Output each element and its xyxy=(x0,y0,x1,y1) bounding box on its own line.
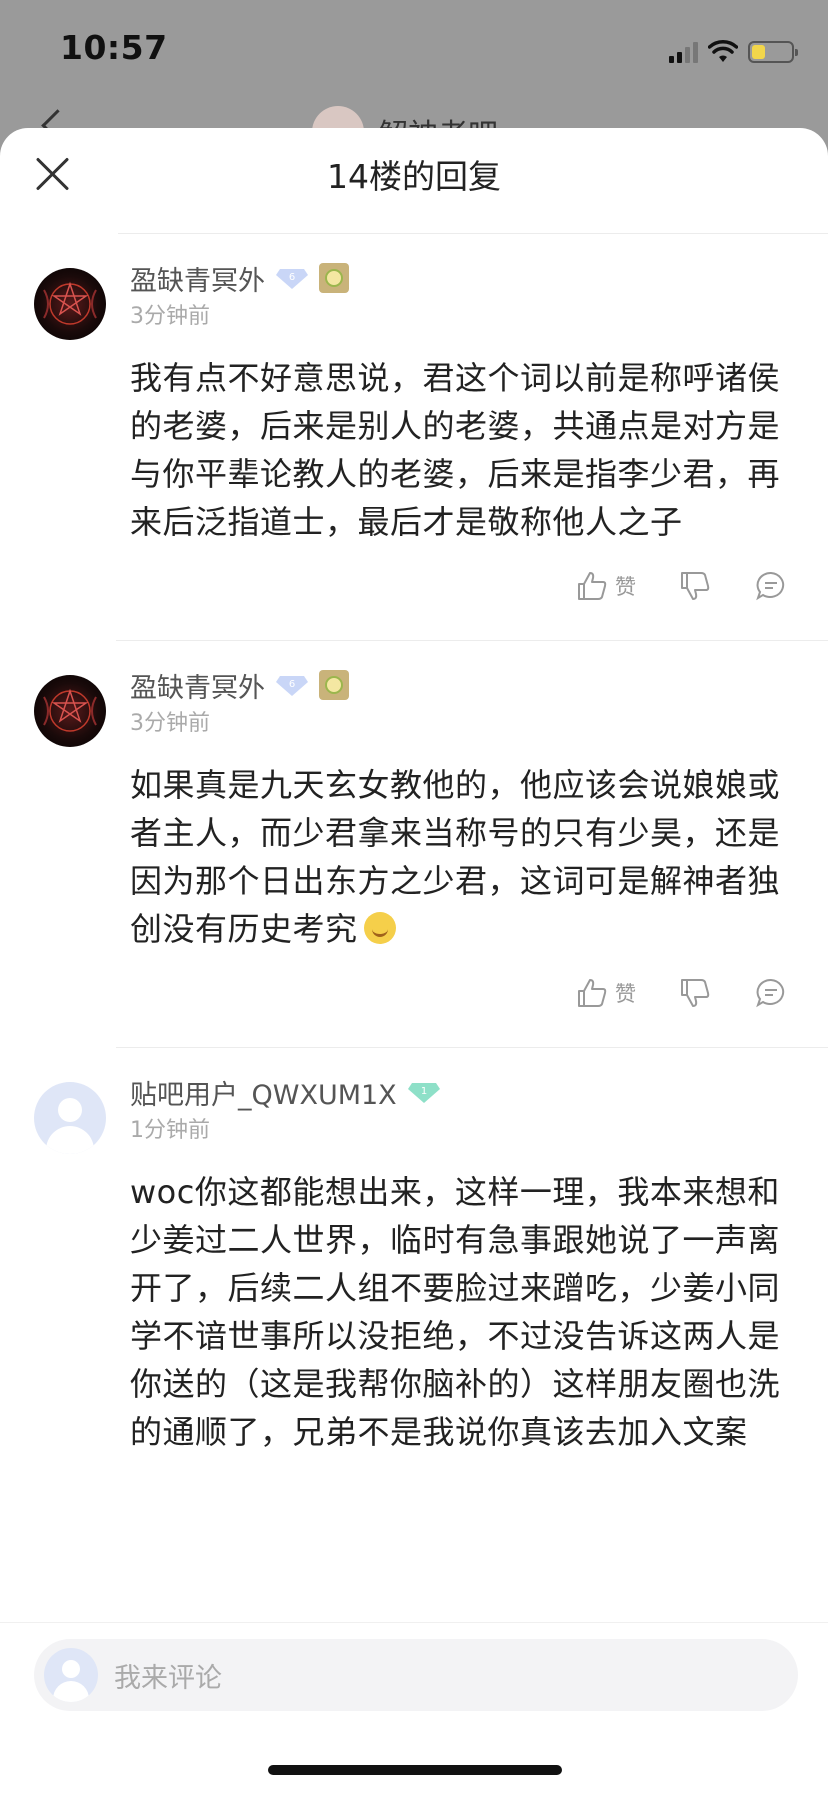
signal-icon xyxy=(669,41,698,63)
comment-button[interactable] xyxy=(754,976,788,1010)
thumbs-down-icon xyxy=(681,979,710,1007)
reply-item: 贴吧用户_QWXUM1X 1 1分钟前 woc你这都能想出来，这样一理，我本来想… xyxy=(0,1048,828,1456)
svg-text:6: 6 xyxy=(289,679,295,690)
reply-item: 盈缺青冥外 6 3分钟前 我有点不好意思说，君这个词以前是称呼诸侯的老婆，后来是… xyxy=(0,234,828,641)
avatar[interactable] xyxy=(34,268,106,340)
my-avatar xyxy=(44,1648,98,1702)
battery-icon xyxy=(748,41,798,63)
avatar-emblem-icon xyxy=(43,281,97,325)
svg-text:6: 6 xyxy=(289,272,295,283)
thumbs-down-icon xyxy=(681,572,710,600)
home-indicator xyxy=(268,1765,562,1775)
level-badge: 1 xyxy=(407,1080,441,1104)
thumbs-up-icon xyxy=(578,979,607,1007)
reply-text: woc你这都能想出来，这样一理，我本来想和少姜过二人世界，临时有急事跟她说了一声… xyxy=(130,1173,781,1451)
status-bar: 10:57 xyxy=(0,0,828,100)
name-row: 盈缺青冥外 6 xyxy=(130,665,788,705)
reply-text: 如果真是九天玄女教他的，他应该会说娘娘或者主人，而少君拿来当称号的只有少昊，还是… xyxy=(130,761,788,953)
status-time: 10:57 xyxy=(60,28,168,67)
reply-actions: 赞 xyxy=(130,546,788,626)
avatar[interactable] xyxy=(34,675,106,747)
reply-time: 1分钟前 xyxy=(130,1118,210,1143)
comment-icon xyxy=(756,571,785,601)
smile-emoji-icon xyxy=(363,912,396,944)
reply-text-content: 如果真是九天玄女教他的，他应该会说娘娘或者主人，而少君拿来当称号的只有少昊，还是… xyxy=(130,766,781,948)
comment-input-bar: 我来评论 xyxy=(0,1622,828,1793)
comment-placeholder[interactable]: 我来评论 xyxy=(114,1656,222,1695)
reply-list: 盈缺青冥外 6 3分钟前 我有点不好意思说，君这个词以前是称呼诸侯的老婆，后来是… xyxy=(0,234,828,1456)
wifi-icon xyxy=(708,40,738,62)
member-badge-icon xyxy=(319,670,349,700)
user-name[interactable]: 盈缺青冥外 xyxy=(130,259,265,298)
like-label: 赞 xyxy=(615,982,636,1006)
battery-fill xyxy=(752,45,766,59)
like-button[interactable]: 赞 xyxy=(575,569,636,603)
status-icons xyxy=(669,38,798,66)
sheet-title: 14楼的回复 xyxy=(327,157,501,196)
comment-button[interactable] xyxy=(754,569,788,603)
user-name[interactable]: 盈缺青冥外 xyxy=(130,666,265,705)
name-row: 盈缺青冥外 6 xyxy=(130,258,788,298)
member-badge-icon xyxy=(319,263,349,293)
avatar-emblem-icon xyxy=(43,688,97,732)
sheet-header: 14楼的回复 xyxy=(0,128,828,234)
like-label: 赞 xyxy=(615,575,636,599)
name-row: 贴吧用户_QWXUM1X 1 xyxy=(130,1072,788,1112)
reply-text: 我有点不好意思说，君这个词以前是称呼诸侯的老婆，后来是别人的老婆，共通点是对方是… xyxy=(130,359,781,541)
svg-text:1: 1 xyxy=(421,1086,427,1097)
thumbs-up-icon xyxy=(578,572,607,600)
reply-time: 3分钟前 xyxy=(130,711,210,736)
reply-item: 盈缺青冥外 6 3分钟前 如果真是九天玄女教他的，他应该会说娘娘或者主人，而少君… xyxy=(0,641,828,1048)
dislike-button[interactable] xyxy=(678,976,712,1010)
avatar[interactable] xyxy=(34,1082,106,1154)
like-button[interactable]: 赞 xyxy=(575,976,636,1010)
user-name[interactable]: 贴吧用户_QWXUM1X xyxy=(130,1073,397,1112)
level-badge: 6 xyxy=(275,673,309,697)
reply-time: 3分钟前 xyxy=(130,304,210,329)
comment-icon xyxy=(756,978,785,1008)
reply-sheet: 14楼的回复 盈缺青冥外 6 3分钟前 我有点不好意思说，君这个词以前是称呼诸侯… xyxy=(0,128,828,1792)
level-badge: 6 xyxy=(275,266,309,290)
dislike-button[interactable] xyxy=(678,569,712,603)
comment-input[interactable]: 我来评论 xyxy=(34,1639,798,1711)
reply-actions: 赞 xyxy=(130,953,788,1033)
